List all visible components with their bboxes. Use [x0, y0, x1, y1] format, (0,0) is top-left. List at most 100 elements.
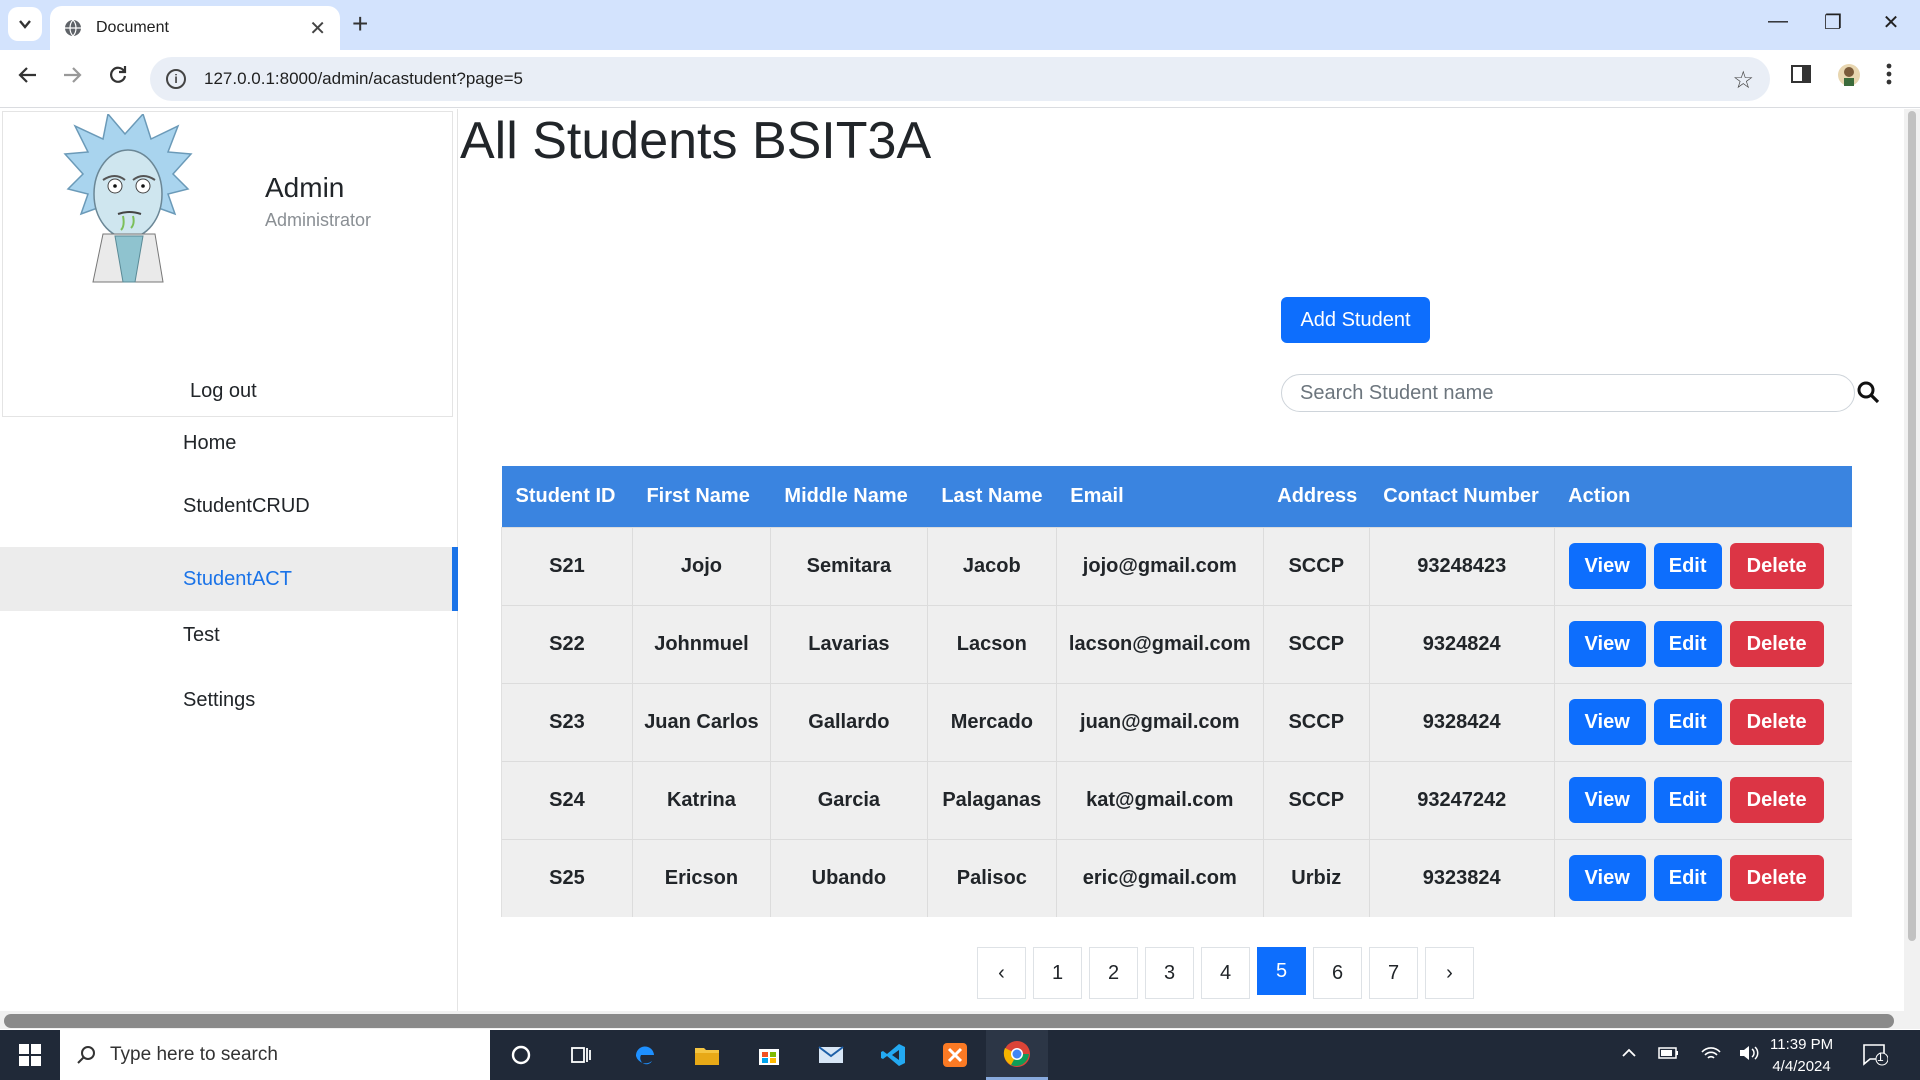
table-row: S25 Ericson Ubando Palisoc eric@gmail.co… [501, 838, 1852, 917]
search-input[interactable] [1281, 374, 1855, 412]
browser-menu-icon[interactable] [1886, 63, 1892, 91]
col-address: Address [1263, 466, 1370, 527]
maximize-button[interactable]: ❐ [1818, 10, 1848, 35]
bookmark-star-icon[interactable]: ☆ [1732, 66, 1754, 95]
page-title: All Students BSIT3A [460, 112, 932, 170]
cell-address: SCCP [1262, 760, 1370, 839]
file-explorer-icon[interactable] [676, 1030, 738, 1080]
col-last-name: Last Name [927, 466, 1057, 527]
col-middle-name: Middle Name [770, 466, 928, 527]
vertical-scrollbar[interactable] [1904, 109, 1920, 1029]
notification-center-icon[interactable]: 1 [1862, 1042, 1889, 1071]
cell-middle-name: Gallardo [769, 682, 928, 761]
browser-tab[interactable]: Document ✕ [50, 6, 340, 50]
page-prev-button[interactable]: ‹ [977, 947, 1026, 999]
delete-button[interactable]: Delete [1729, 621, 1824, 667]
edit-button[interactable]: Edit [1653, 777, 1722, 823]
sidebar-item-studentact[interactable]: StudentACT [0, 547, 458, 611]
cortana-icon[interactable] [490, 1030, 552, 1080]
start-button[interactable] [0, 1030, 60, 1080]
sidebar: Admin Administrator Log out Home Student… [0, 109, 458, 1011]
page-button-3[interactable]: 3 [1145, 947, 1194, 999]
page-button-6[interactable]: 6 [1313, 947, 1362, 999]
forward-button[interactable] [56, 63, 88, 93]
xampp-icon[interactable] [924, 1030, 986, 1080]
reload-button[interactable] [102, 63, 134, 93]
view-button[interactable]: View [1568, 855, 1646, 902]
browser-tabstrip: Document ✕ + — ❐ ✕ [0, 0, 1920, 50]
cell-email: eric@gmail.com [1055, 838, 1264, 917]
cell-first-name: Jojo [631, 526, 771, 605]
sidebar-item-studentcrud[interactable]: StudentCRUD [0, 474, 458, 538]
tab-search-button[interactable] [8, 7, 42, 41]
edge-browser-icon[interactable] [614, 1030, 676, 1080]
sidebar-item-settings[interactable]: Settings [0, 668, 458, 732]
delete-button[interactable]: Delete [1729, 777, 1824, 823]
profile-avatar-icon[interactable] [1837, 63, 1861, 93]
vscode-icon[interactable] [862, 1030, 924, 1080]
cell-contact: 93248423 [1368, 526, 1555, 605]
page-button-5-current[interactable]: 5 [1257, 947, 1306, 995]
tab-title: Document [96, 19, 169, 36]
view-button[interactable]: View [1568, 621, 1646, 667]
horizontal-scrollbar[interactable] [0, 1011, 1904, 1029]
browser-toolbar: i 127.0.0.1:8000/admin/acastudent?page=5… [0, 50, 1920, 108]
page-button-1[interactable]: 1 [1033, 947, 1082, 999]
cell-first-name: Johnmuel [631, 604, 771, 683]
delete-button[interactable]: Delete [1729, 699, 1824, 745]
edit-button[interactable]: Edit [1653, 855, 1722, 902]
close-window-button[interactable]: ✕ [1876, 10, 1906, 35]
page-button-2[interactable]: 2 [1089, 947, 1138, 999]
view-button[interactable]: View [1568, 699, 1646, 745]
site-info-icon[interactable]: i [166, 69, 186, 89]
chevron-down-icon [19, 20, 31, 29]
col-email: Email [1056, 466, 1264, 527]
cell-student-id: S21 [501, 526, 633, 605]
new-tab-button[interactable]: + [352, 9, 368, 39]
volume-icon[interactable] [1738, 1044, 1760, 1067]
battery-icon[interactable] [1658, 1044, 1680, 1067]
delete-button[interactable]: Delete [1729, 855, 1824, 902]
page-button-7[interactable]: 7 [1369, 947, 1418, 999]
back-button[interactable] [12, 63, 44, 93]
wifi-icon[interactable] [1700, 1044, 1722, 1067]
cell-middle-name: Garcia [769, 760, 928, 839]
page-button-4[interactable]: 4 [1201, 947, 1250, 999]
url-text[interactable]: 127.0.0.1:8000/admin/acastudent?page=5 [204, 69, 523, 89]
admin-name: Admin [265, 172, 345, 203]
add-student-button[interactable]: Add Student [1281, 297, 1430, 343]
tray-chevron-up-icon[interactable] [1620, 1044, 1638, 1067]
cell-student-id: S22 [501, 604, 633, 683]
taskbar-clock[interactable]: 11:39 PM 4/4/2024 [1770, 1034, 1833, 1078]
task-view-icon[interactable] [550, 1030, 612, 1080]
cell-email: juan@gmail.com [1055, 682, 1264, 761]
address-bar[interactable]: i 127.0.0.1:8000/admin/acastudent?page=5… [150, 57, 1770, 101]
taskbar-search[interactable]: Type here to search [60, 1030, 490, 1080]
edit-button[interactable]: Edit [1653, 699, 1722, 745]
microsoft-store-icon[interactable] [738, 1030, 800, 1080]
logout-link[interactable]: Log out [190, 380, 257, 403]
search-icon [77, 1046, 95, 1064]
sidebar-item-test[interactable]: Test [0, 603, 458, 667]
windows-logo-icon [19, 1044, 41, 1066]
edit-button[interactable]: Edit [1653, 621, 1722, 667]
delete-button[interactable]: Delete [1729, 543, 1824, 589]
sidebar-item-home[interactable]: Home [0, 411, 458, 475]
vertical-scroll-thumb[interactable] [1908, 111, 1916, 941]
pagination: ‹ 1 2 3 4 5 6 7 › [977, 947, 1481, 999]
search-icon[interactable] [1856, 380, 1880, 404]
admin-role: Administrator [265, 210, 372, 230]
cell-last-name: Lacson [926, 604, 1057, 683]
cell-student-id: S24 [501, 760, 633, 839]
tab-close-icon[interactable]: ✕ [309, 16, 326, 41]
view-button[interactable]: View [1568, 777, 1646, 823]
edit-button[interactable]: Edit [1653, 543, 1722, 589]
horizontal-scroll-thumb[interactable] [4, 1014, 1894, 1028]
view-button[interactable]: View [1568, 543, 1646, 589]
minimize-button[interactable]: — [1763, 10, 1793, 33]
page-next-button[interactable]: › [1425, 947, 1474, 999]
mail-icon[interactable] [800, 1030, 862, 1080]
cell-actions: View Edit Delete [1553, 760, 1852, 839]
chrome-icon[interactable] [986, 1030, 1048, 1080]
side-panel-icon[interactable] [1790, 63, 1812, 91]
